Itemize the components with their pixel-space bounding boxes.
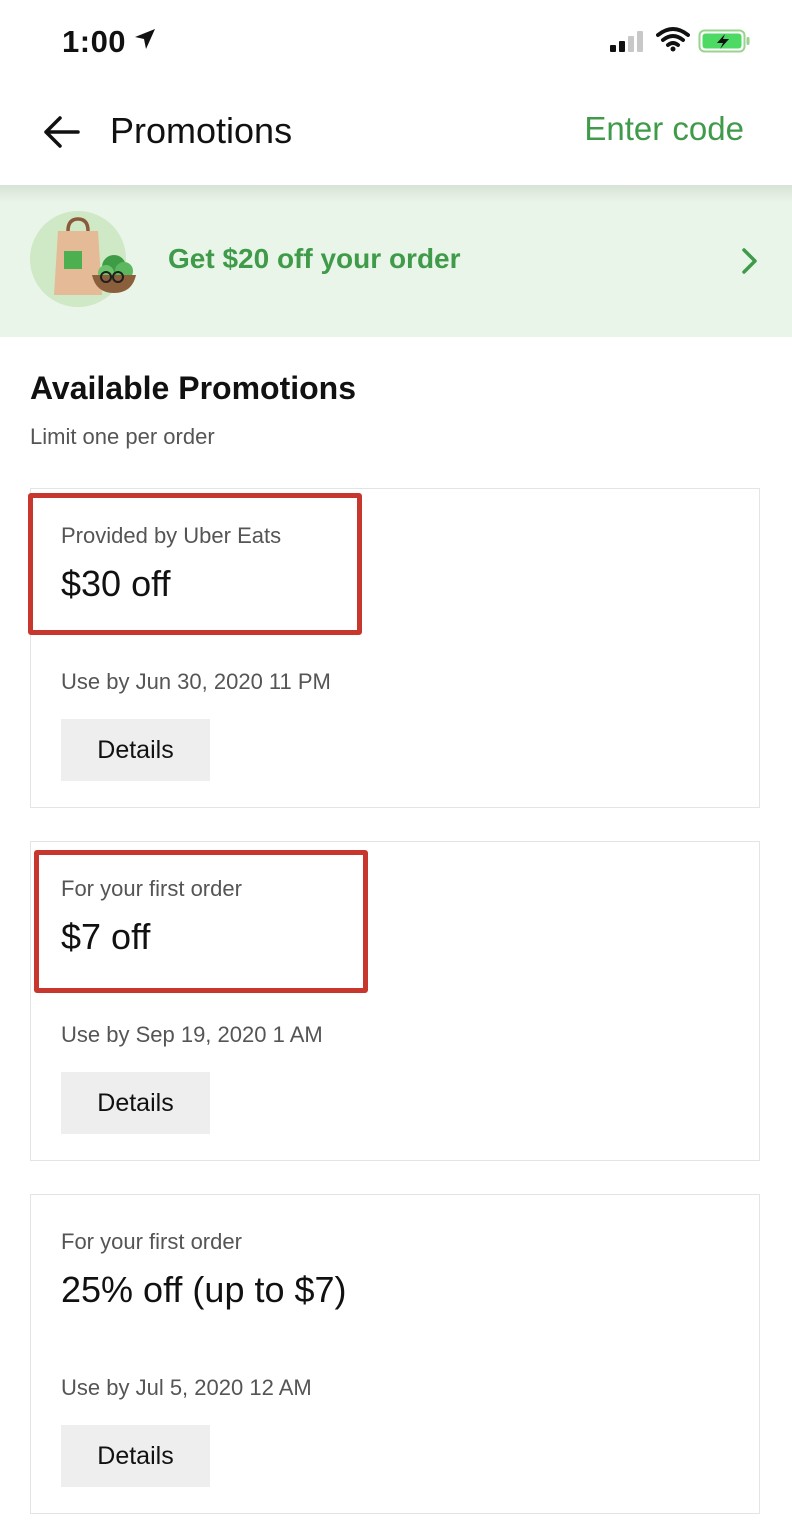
promo-card: Provided by Uber Eats $30 off Use by Jun… bbox=[30, 488, 760, 808]
promo-provider: Provided by Uber Eats bbox=[61, 523, 282, 548]
referral-banner[interactable]: Get $20 off your order bbox=[0, 185, 792, 337]
promo-provider: For your first order bbox=[61, 1229, 242, 1254]
page-title: Promotions bbox=[110, 110, 293, 151]
wifi-icon bbox=[656, 27, 690, 52]
section-title: Available Promotions bbox=[30, 370, 356, 406]
promo-card: For your first order 25% off (up to $7) … bbox=[30, 1194, 760, 1514]
promo-provider: For your first order bbox=[61, 876, 242, 901]
battery-charging-icon bbox=[698, 29, 750, 53]
promo-amount: $7 off bbox=[61, 916, 151, 957]
enter-code-button[interactable]: Enter code bbox=[584, 110, 744, 148]
location-arrow-icon bbox=[135, 29, 155, 49]
cellular-signal-icon bbox=[610, 31, 643, 52]
chevron-right-icon bbox=[742, 248, 757, 274]
section-subtitle: Limit one per order bbox=[30, 424, 215, 449]
status-bar: 1:00 bbox=[0, 0, 792, 84]
details-button[interactable]: Details bbox=[61, 719, 210, 781]
promo-card: For your first order $7 off Use by Sep 1… bbox=[30, 841, 760, 1161]
back-arrow-icon[interactable] bbox=[40, 112, 84, 152]
promo-expiry: Use by Sep 19, 2020 1 AM bbox=[61, 1022, 323, 1047]
grocery-bag-illustration bbox=[30, 211, 136, 307]
status-time: 1:00 bbox=[62, 24, 127, 59]
promo-amount: 25% off (up to $7) bbox=[61, 1269, 347, 1310]
promo-amount: $30 off bbox=[61, 563, 171, 604]
details-button[interactable]: Details bbox=[61, 1425, 210, 1487]
banner-text: Get $20 off your order bbox=[168, 243, 461, 274]
header: Promotions Enter code bbox=[0, 84, 792, 184]
details-button[interactable]: Details bbox=[61, 1072, 210, 1134]
promo-expiry: Use by Jun 30, 2020 11 PM bbox=[61, 669, 331, 694]
promo-expiry: Use by Jul 5, 2020 12 AM bbox=[61, 1375, 312, 1400]
